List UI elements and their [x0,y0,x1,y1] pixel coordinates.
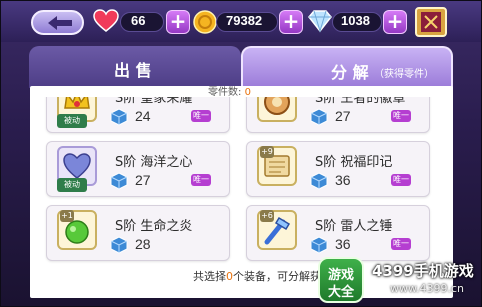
top-bar: 66 + 79382 + 1038 + [0,0,482,42]
part-cube-icon [310,172,328,190]
item-part-value: 36 [335,172,351,188]
unique-tag: 唯一 [191,110,211,122]
item-part-value: 24 [135,108,151,124]
item-list[interactable]: 被动 S阶 皇家荣耀 24 唯一 S阶 王者的徽章 27 唯一 被动 S阶 海洋… [30,97,453,267]
enhance-tag: +1 [60,210,74,222]
diamond-icon [308,10,332,33]
gold-value: 79382 [226,13,263,28]
summary-suffix: 个装备，可分解获 [233,270,321,283]
item-part-value: 27 [335,108,351,124]
part-cube-icon [310,108,328,126]
back-button[interactable] [31,10,84,35]
tab-sell[interactable]: 出 售 [29,46,241,88]
book-icon[interactable] [413,4,451,40]
list-item[interactable]: +6 S阶 雷人之锤 36 唯一 [246,205,430,261]
item-part-value: 28 [135,236,151,252]
heart-icon [93,9,119,32]
selection-summary: 共选择0个装备，可分解获件 [193,268,332,284]
part-cube-icon [110,108,128,126]
game-screen: 66 + 79382 + 1038 + 出 售 分 解 （获得零件） 零件数: [0,0,482,307]
item-part-value: 36 [335,236,351,252]
diamonds-value: 1038 [341,13,370,28]
selected-count: 0 [226,270,233,283]
summary-prefix: 共选择 [193,270,226,283]
list-item[interactable]: +1 S阶 生命之炎 28 [46,205,230,261]
add-hearts-button[interactable]: + [166,10,190,34]
item-name: S阶 王者的徽章 [315,97,406,106]
unique-tag: 唯一 [391,110,411,122]
part-cube-icon [110,172,128,190]
item-icon-box [257,97,297,122]
tab-decompose-sublabel: （获得零件） [374,69,434,80]
unique-tag: 唯一 [391,238,411,250]
part-cube-icon [310,236,328,254]
item-part-value: 27 [135,172,151,188]
watermark-brand: 4399手机游戏 [372,262,474,280]
list-item[interactable]: S阶 王者的徽章 27 唯一 [246,97,430,133]
add-diamonds-button[interactable]: + [383,10,407,34]
watermark-logo: 游戏 大全 [318,257,364,303]
list-item[interactable]: 被动 S阶 皇家荣耀 24 唯一 [46,97,230,133]
gold-coin-icon [193,10,217,34]
part-cube-icon [110,236,128,254]
parts-count: 零件数: 0 [208,83,251,98]
tab-decompose-label: 分 解 [331,63,369,82]
unique-tag: 唯一 [391,174,411,186]
unique-tag: 唯一 [191,174,211,186]
item-name: S阶 海洋之心 [115,155,193,170]
passive-tag: 被动 [57,114,87,128]
enhance-tag: +9 [260,146,274,158]
tab-decompose[interactable]: 分 解 （获得零件） [241,46,453,88]
item-name: S阶 雷人之锤 [315,219,393,234]
site-watermark: 游戏 大全 4399手机游戏 www.4399.cn [318,257,482,307]
watermark-logo-bottom: 大全 [327,285,354,300]
badge-item-icon [264,97,290,115]
list-item[interactable]: +9 S阶 祝福印记 36 唯一 [246,141,430,197]
enhance-tag: +6 [260,210,274,222]
item-name: S阶 生命之炎 [115,219,193,234]
item-name: S阶 皇家荣耀 [115,97,193,106]
list-item[interactable]: 被动 S阶 海洋之心 27 唯一 [46,141,230,197]
add-gold-button[interactable]: + [279,10,303,34]
hearts-value: 66 [131,13,146,28]
passive-tag: 被动 [57,178,87,192]
item-name: S阶 祝福印记 [315,155,393,170]
watermark-url: www.4399.cn [390,282,464,295]
tab-sell-label: 出 售 [114,61,152,80]
back-arrow-icon [48,16,72,30]
